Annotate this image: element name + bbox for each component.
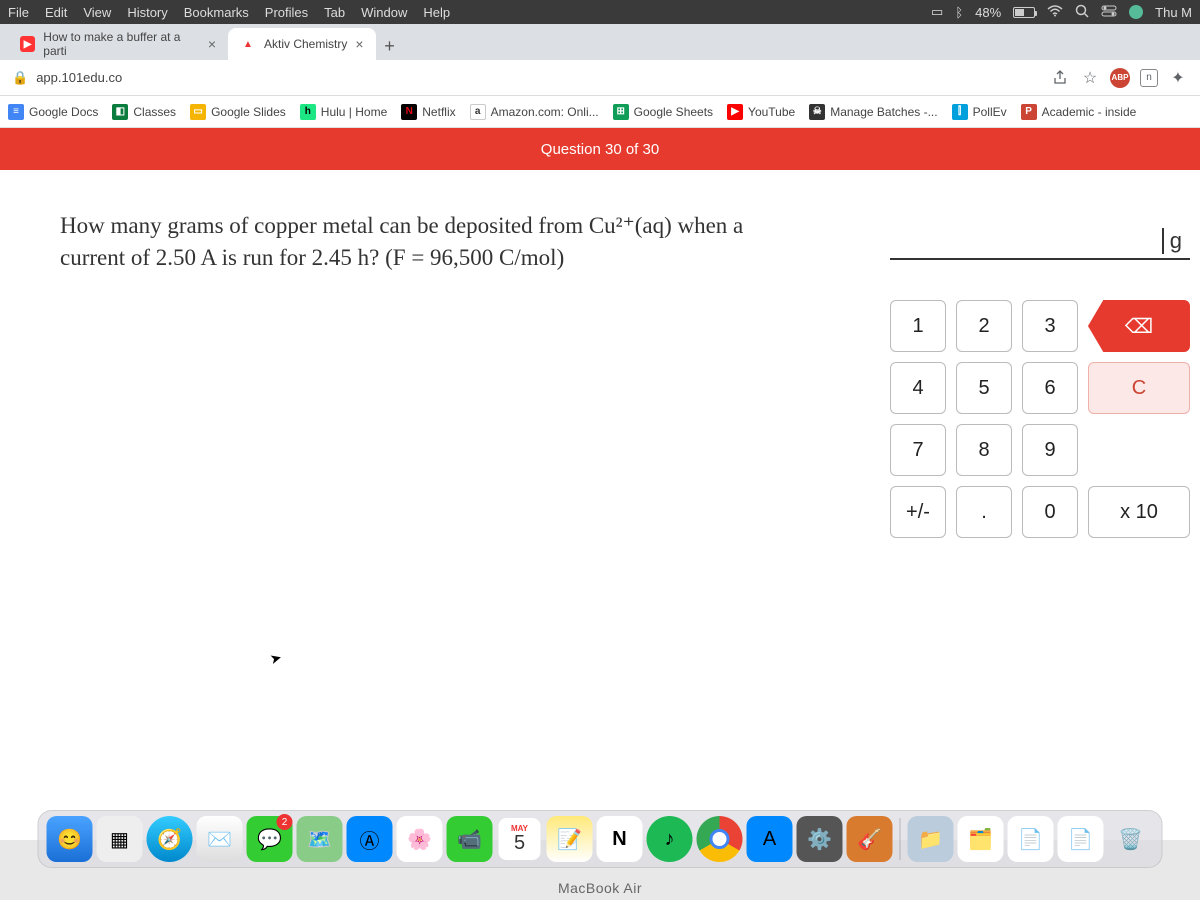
bookmark-classes[interactable]: ◧Classes bbox=[112, 104, 176, 120]
dock-settings[interactable]: ⚙️ bbox=[797, 816, 843, 862]
bookmark-pollev[interactable]: ⫿PollEv bbox=[952, 104, 1007, 120]
text-cursor-icon bbox=[1162, 228, 1164, 254]
search-icon[interactable] bbox=[1075, 4, 1089, 21]
key-8[interactable]: 8 bbox=[956, 424, 1012, 476]
dock-notion[interactable]: N bbox=[597, 816, 643, 862]
dock-chrome[interactable] bbox=[697, 816, 743, 862]
key-x10[interactable]: x 10 bbox=[1088, 486, 1190, 538]
new-tab-button[interactable]: + bbox=[376, 32, 404, 60]
laptop-label: MacBook Air bbox=[558, 880, 642, 896]
key-plusminus[interactable]: +/- bbox=[890, 486, 946, 538]
aktiv-favicon-icon: ▲ bbox=[240, 36, 256, 52]
menu-bookmarks[interactable]: Bookmarks bbox=[184, 5, 249, 20]
dock-finder[interactable]: 😊 bbox=[47, 816, 93, 862]
lock-icon[interactable]: 🔒 bbox=[12, 70, 28, 86]
dock-safari[interactable]: 🧭 bbox=[147, 816, 193, 862]
clock-day: Thu M bbox=[1155, 5, 1192, 20]
question-progress-bar: Question 30 of 30 bbox=[0, 128, 1200, 170]
dock-maps[interactable]: 🗺️ bbox=[297, 816, 343, 862]
answer-unit: g bbox=[1170, 228, 1182, 254]
menu-help[interactable]: Help bbox=[423, 5, 450, 20]
dock-appstore[interactable]: Ⓐ bbox=[347, 816, 393, 862]
bookmark-google-slides[interactable]: ▭Google Slides bbox=[190, 104, 286, 120]
key-dot[interactable]: . bbox=[956, 486, 1012, 538]
answer-input[interactable]: g bbox=[890, 220, 1190, 260]
battery-percent: 48% bbox=[975, 5, 1001, 20]
screen-mirror-icon[interactable]: ▭ bbox=[931, 4, 943, 20]
menu-tab[interactable]: Tab bbox=[324, 5, 345, 20]
key-2[interactable]: 2 bbox=[956, 300, 1012, 352]
tab-title: Aktiv Chemistry bbox=[264, 37, 347, 51]
question-counter: Question 30 of 30 bbox=[541, 141, 659, 158]
menu-profiles[interactable]: Profiles bbox=[265, 5, 308, 20]
bookmark-hulu[interactable]: hHulu | Home bbox=[300, 104, 387, 120]
menu-edit[interactable]: Edit bbox=[45, 5, 67, 20]
battery-icon[interactable] bbox=[1013, 7, 1035, 18]
dock-garageband[interactable]: 🎸 bbox=[847, 816, 893, 862]
key-3[interactable]: 3 bbox=[1022, 300, 1078, 352]
question-text: How many grams of copper metal can be de… bbox=[60, 210, 760, 274]
share-icon[interactable] bbox=[1050, 68, 1070, 88]
dock-doc1[interactable]: 📄 bbox=[1008, 816, 1054, 862]
close-icon[interactable]: × bbox=[355, 36, 363, 52]
dock-mail[interactable]: ✉️ bbox=[197, 816, 243, 862]
main-content: How many grams of copper metal can be de… bbox=[0, 170, 1200, 840]
bluetooth-icon[interactable]: ᛒ bbox=[955, 5, 963, 20]
bookmark-google-docs[interactable]: ≡Google Docs bbox=[8, 104, 98, 120]
key-4[interactable]: 4 bbox=[890, 362, 946, 414]
tab-title: How to make a buffer at a parti bbox=[43, 30, 200, 58]
dock: 😊 ▦ 🧭 ✉️ 💬2 🗺️ Ⓐ 🌸 📹 MAY5 📝 N ♪ A ⚙️ 🎸 📁… bbox=[38, 810, 1163, 868]
badge: 2 bbox=[277, 814, 293, 830]
dock-notes[interactable]: 📝 bbox=[547, 816, 593, 862]
menu-file[interactable]: File bbox=[8, 5, 29, 20]
menu-view[interactable]: View bbox=[83, 5, 111, 20]
menu-history[interactable]: History bbox=[127, 5, 167, 20]
dock-facetime[interactable]: 📹 bbox=[447, 816, 493, 862]
puzzle-icon[interactable]: ✦ bbox=[1168, 68, 1188, 88]
key-9[interactable]: 9 bbox=[1022, 424, 1078, 476]
abp-icon[interactable]: ABP bbox=[1110, 68, 1130, 88]
key-backspace[interactable]: ⌫ bbox=[1088, 300, 1190, 352]
control-center-icon[interactable] bbox=[1101, 5, 1117, 20]
dock-appstore2[interactable]: A bbox=[747, 816, 793, 862]
bookmark-google-sheets[interactable]: ⊞Google Sheets bbox=[613, 104, 713, 120]
key-5[interactable]: 5 bbox=[956, 362, 1012, 414]
dock-separator bbox=[900, 818, 901, 860]
dock-folder1[interactable]: 📁 bbox=[908, 816, 954, 862]
bookmarks-bar: ≡Google Docs ◧Classes ▭Google Slides hHu… bbox=[0, 96, 1200, 128]
close-icon[interactable]: × bbox=[208, 36, 216, 52]
key-1[interactable]: 1 bbox=[890, 300, 946, 352]
dock-folder2[interactable]: 🗂️ bbox=[958, 816, 1004, 862]
bookmark-academic[interactable]: PAcademic - inside bbox=[1021, 104, 1137, 120]
user-icon[interactable] bbox=[1129, 5, 1143, 19]
dock-messages[interactable]: 💬2 bbox=[247, 816, 293, 862]
dock-doc2[interactable]: 📄 bbox=[1058, 816, 1104, 862]
menu-window[interactable]: Window bbox=[361, 5, 407, 20]
keypad-panel: g 1 2 3 ⌫ 4 5 6 C 7 8 9 +/- . 0 x 10 bbox=[890, 170, 1200, 840]
dock-spotify[interactable]: ♪ bbox=[647, 816, 693, 862]
key-6[interactable]: 6 bbox=[1022, 362, 1078, 414]
dock-trash[interactable]: 🗑️ bbox=[1108, 816, 1154, 862]
star-icon[interactable]: ☆ bbox=[1080, 68, 1100, 88]
youtube-favicon-icon: ▶ bbox=[20, 36, 35, 52]
url-text[interactable]: app.101edu.co bbox=[36, 70, 1042, 85]
browser-tabstrip: ▶ How to make a buffer at a parti × ▲ Ak… bbox=[0, 24, 1200, 60]
key-0[interactable]: 0 bbox=[1022, 486, 1078, 538]
question-area: How many grams of copper metal can be de… bbox=[0, 170, 890, 840]
macos-menubar: File Edit View History Bookmarks Profile… bbox=[0, 0, 1200, 24]
bookmark-manage-batches[interactable]: ☠Manage Batches -... bbox=[809, 104, 937, 120]
key-clear[interactable]: C bbox=[1088, 362, 1190, 414]
key-7[interactable]: 7 bbox=[890, 424, 946, 476]
tab-aktiv[interactable]: ▲ Aktiv Chemistry × bbox=[228, 28, 376, 60]
extension-icon[interactable]: n bbox=[1140, 69, 1158, 87]
bookmark-netflix[interactable]: NNetflix bbox=[401, 104, 455, 120]
wifi-icon[interactable] bbox=[1047, 5, 1063, 20]
dock-launchpad[interactable]: ▦ bbox=[97, 816, 143, 862]
bookmark-amazon[interactable]: aAmazon.com: Onli... bbox=[470, 104, 599, 120]
bookmark-youtube[interactable]: ▶YouTube bbox=[727, 104, 795, 120]
address-bar: 🔒 app.101edu.co ☆ ABP n ✦ bbox=[0, 60, 1200, 96]
tab-buffer[interactable]: ▶ How to make a buffer at a parti × bbox=[8, 28, 228, 60]
dock-calendar[interactable]: MAY5 bbox=[497, 816, 543, 862]
dock-photos[interactable]: 🌸 bbox=[397, 816, 443, 862]
